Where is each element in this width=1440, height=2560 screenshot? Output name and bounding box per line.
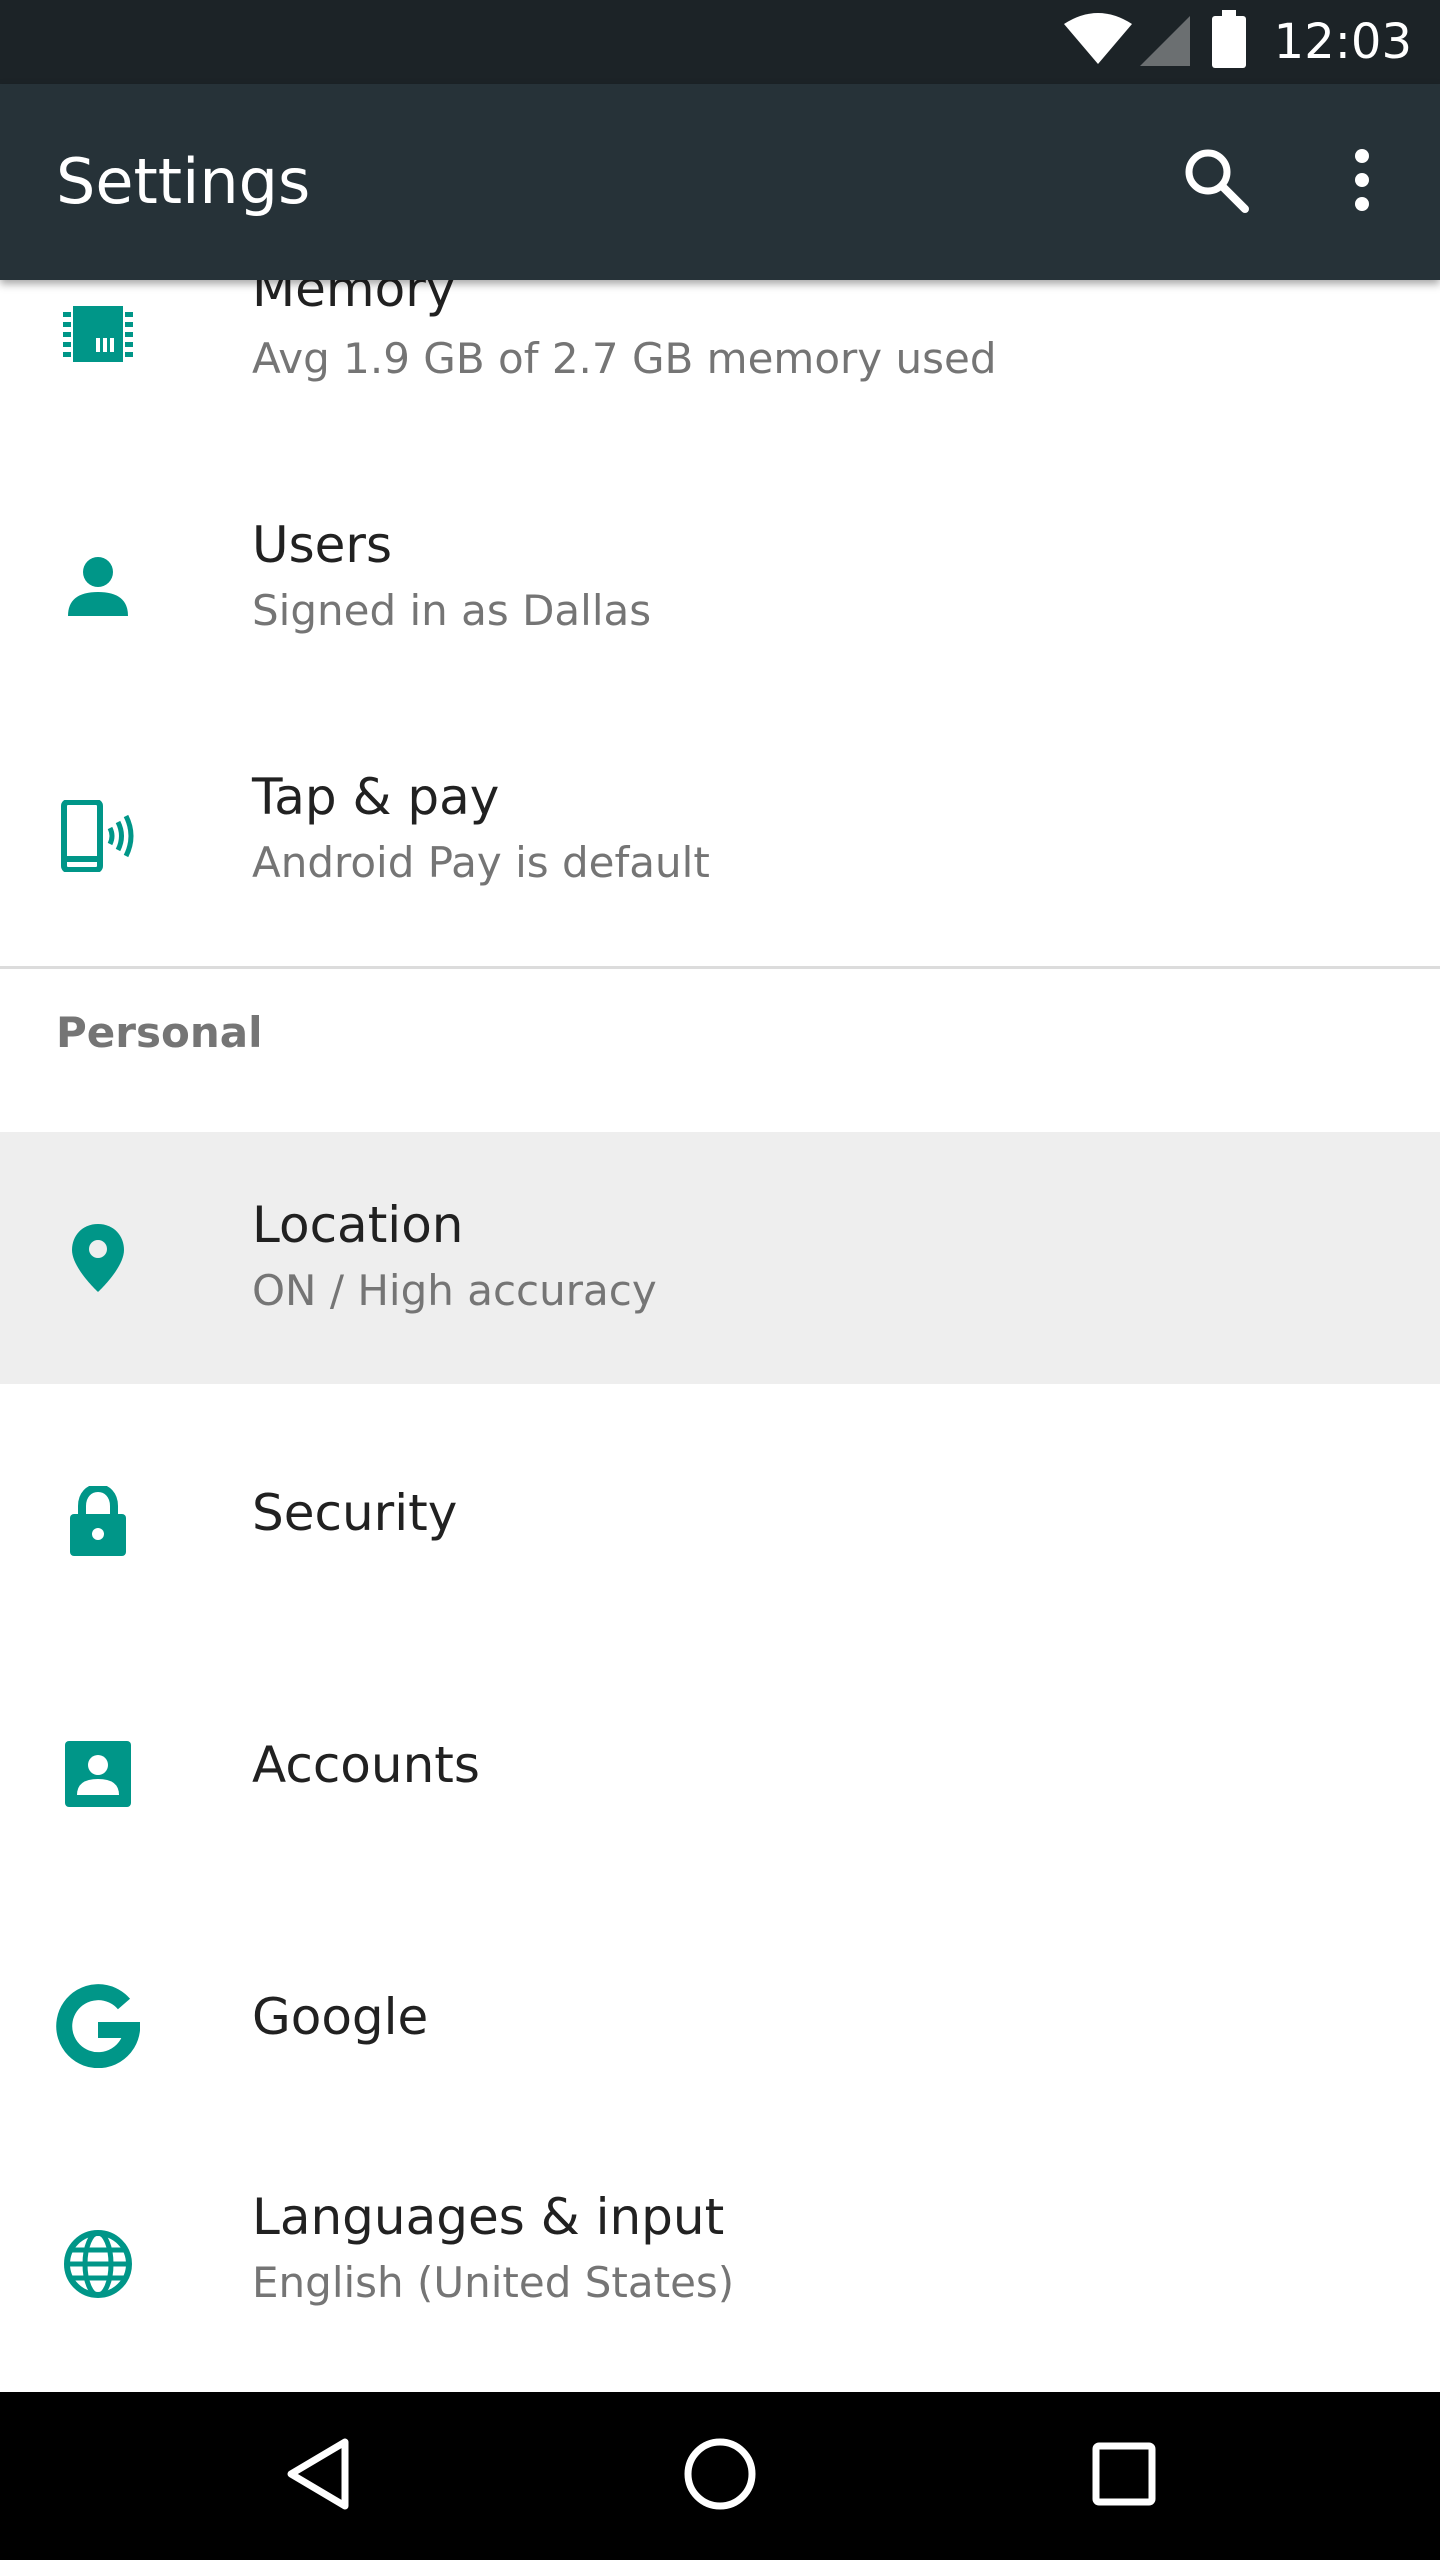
navigation-bar bbox=[0, 2392, 1440, 2560]
back-button[interactable] bbox=[258, 2416, 378, 2536]
settings-item-languages-and-input[interactable]: Languages & input English (United States… bbox=[0, 2140, 1440, 2392]
globe-icon bbox=[50, 2216, 146, 2312]
settings-item-google[interactable]: Google bbox=[0, 1888, 1440, 2140]
status-time: 12:03 bbox=[1273, 14, 1412, 70]
settings-item-summary: Android Pay is default bbox=[252, 838, 710, 887]
settings-item-title: Location bbox=[252, 1196, 464, 1254]
settings-item-location[interactable]: Location ON / High accuracy bbox=[0, 1132, 1440, 1384]
more-vert-icon bbox=[1350, 148, 1374, 216]
settings-item-security[interactable]: Security bbox=[0, 1384, 1440, 1636]
settings-item-title: Accounts bbox=[252, 1736, 480, 1794]
settings-item-accounts[interactable]: Accounts bbox=[0, 1636, 1440, 1888]
overflow-menu-button[interactable] bbox=[1312, 132, 1412, 232]
settings-list[interactable]: Memory Avg 1.9 GB of 2.7 GB memory used … bbox=[0, 280, 1440, 2392]
cell-signal-icon bbox=[1138, 12, 1192, 72]
memory-icon bbox=[50, 286, 146, 382]
settings-item-title: Memory bbox=[252, 280, 456, 318]
settings-item-summary: ON / High accuracy bbox=[252, 1266, 657, 1315]
settings-item-memory[interactable]: Memory Avg 1.9 GB of 2.7 GB memory used bbox=[0, 280, 1440, 474]
person-icon bbox=[50, 538, 146, 634]
back-icon bbox=[283, 2436, 353, 2516]
settings-item-title: Users bbox=[252, 516, 393, 574]
settings-item-summary: English (United States) bbox=[252, 2258, 735, 2307]
settings-item-summary: Signed in as Dallas bbox=[252, 586, 652, 635]
lock-icon bbox=[50, 1474, 146, 1570]
recents-button[interactable] bbox=[1064, 2416, 1184, 2536]
status-bar: 12:03 bbox=[0, 0, 1440, 84]
settings-item-title: Security bbox=[252, 1484, 458, 1542]
account-box-icon bbox=[50, 1726, 146, 1822]
settings-item-title: Languages & input bbox=[252, 2188, 725, 2246]
home-icon bbox=[682, 2436, 758, 2516]
settings-item-users[interactable]: Users Signed in as Dallas bbox=[0, 474, 1440, 726]
wifi-icon bbox=[1062, 12, 1134, 72]
settings-item-tap-and-pay[interactable]: Tap & pay Android Pay is default bbox=[0, 726, 1440, 978]
section-header-personal: Personal bbox=[56, 1008, 263, 1057]
tap-and-pay-icon bbox=[50, 788, 146, 884]
status-icons: 12:03 bbox=[1062, 0, 1412, 84]
settings-item-summary: Avg 1.9 GB of 2.7 GB memory used bbox=[252, 334, 997, 383]
section-divider bbox=[0, 966, 1440, 969]
recents-icon bbox=[1092, 2442, 1156, 2510]
settings-item-title: Google bbox=[252, 1988, 429, 2046]
search-icon bbox=[1181, 145, 1251, 219]
home-button[interactable] bbox=[660, 2416, 780, 2536]
settings-item-title: Tap & pay bbox=[252, 768, 500, 826]
search-button[interactable] bbox=[1166, 132, 1266, 232]
battery-icon bbox=[1210, 10, 1248, 74]
app-bar: Settings bbox=[0, 84, 1440, 280]
page-title: Settings bbox=[56, 145, 311, 218]
google-icon bbox=[50, 1978, 146, 2074]
location-pin-icon bbox=[50, 1210, 146, 1306]
